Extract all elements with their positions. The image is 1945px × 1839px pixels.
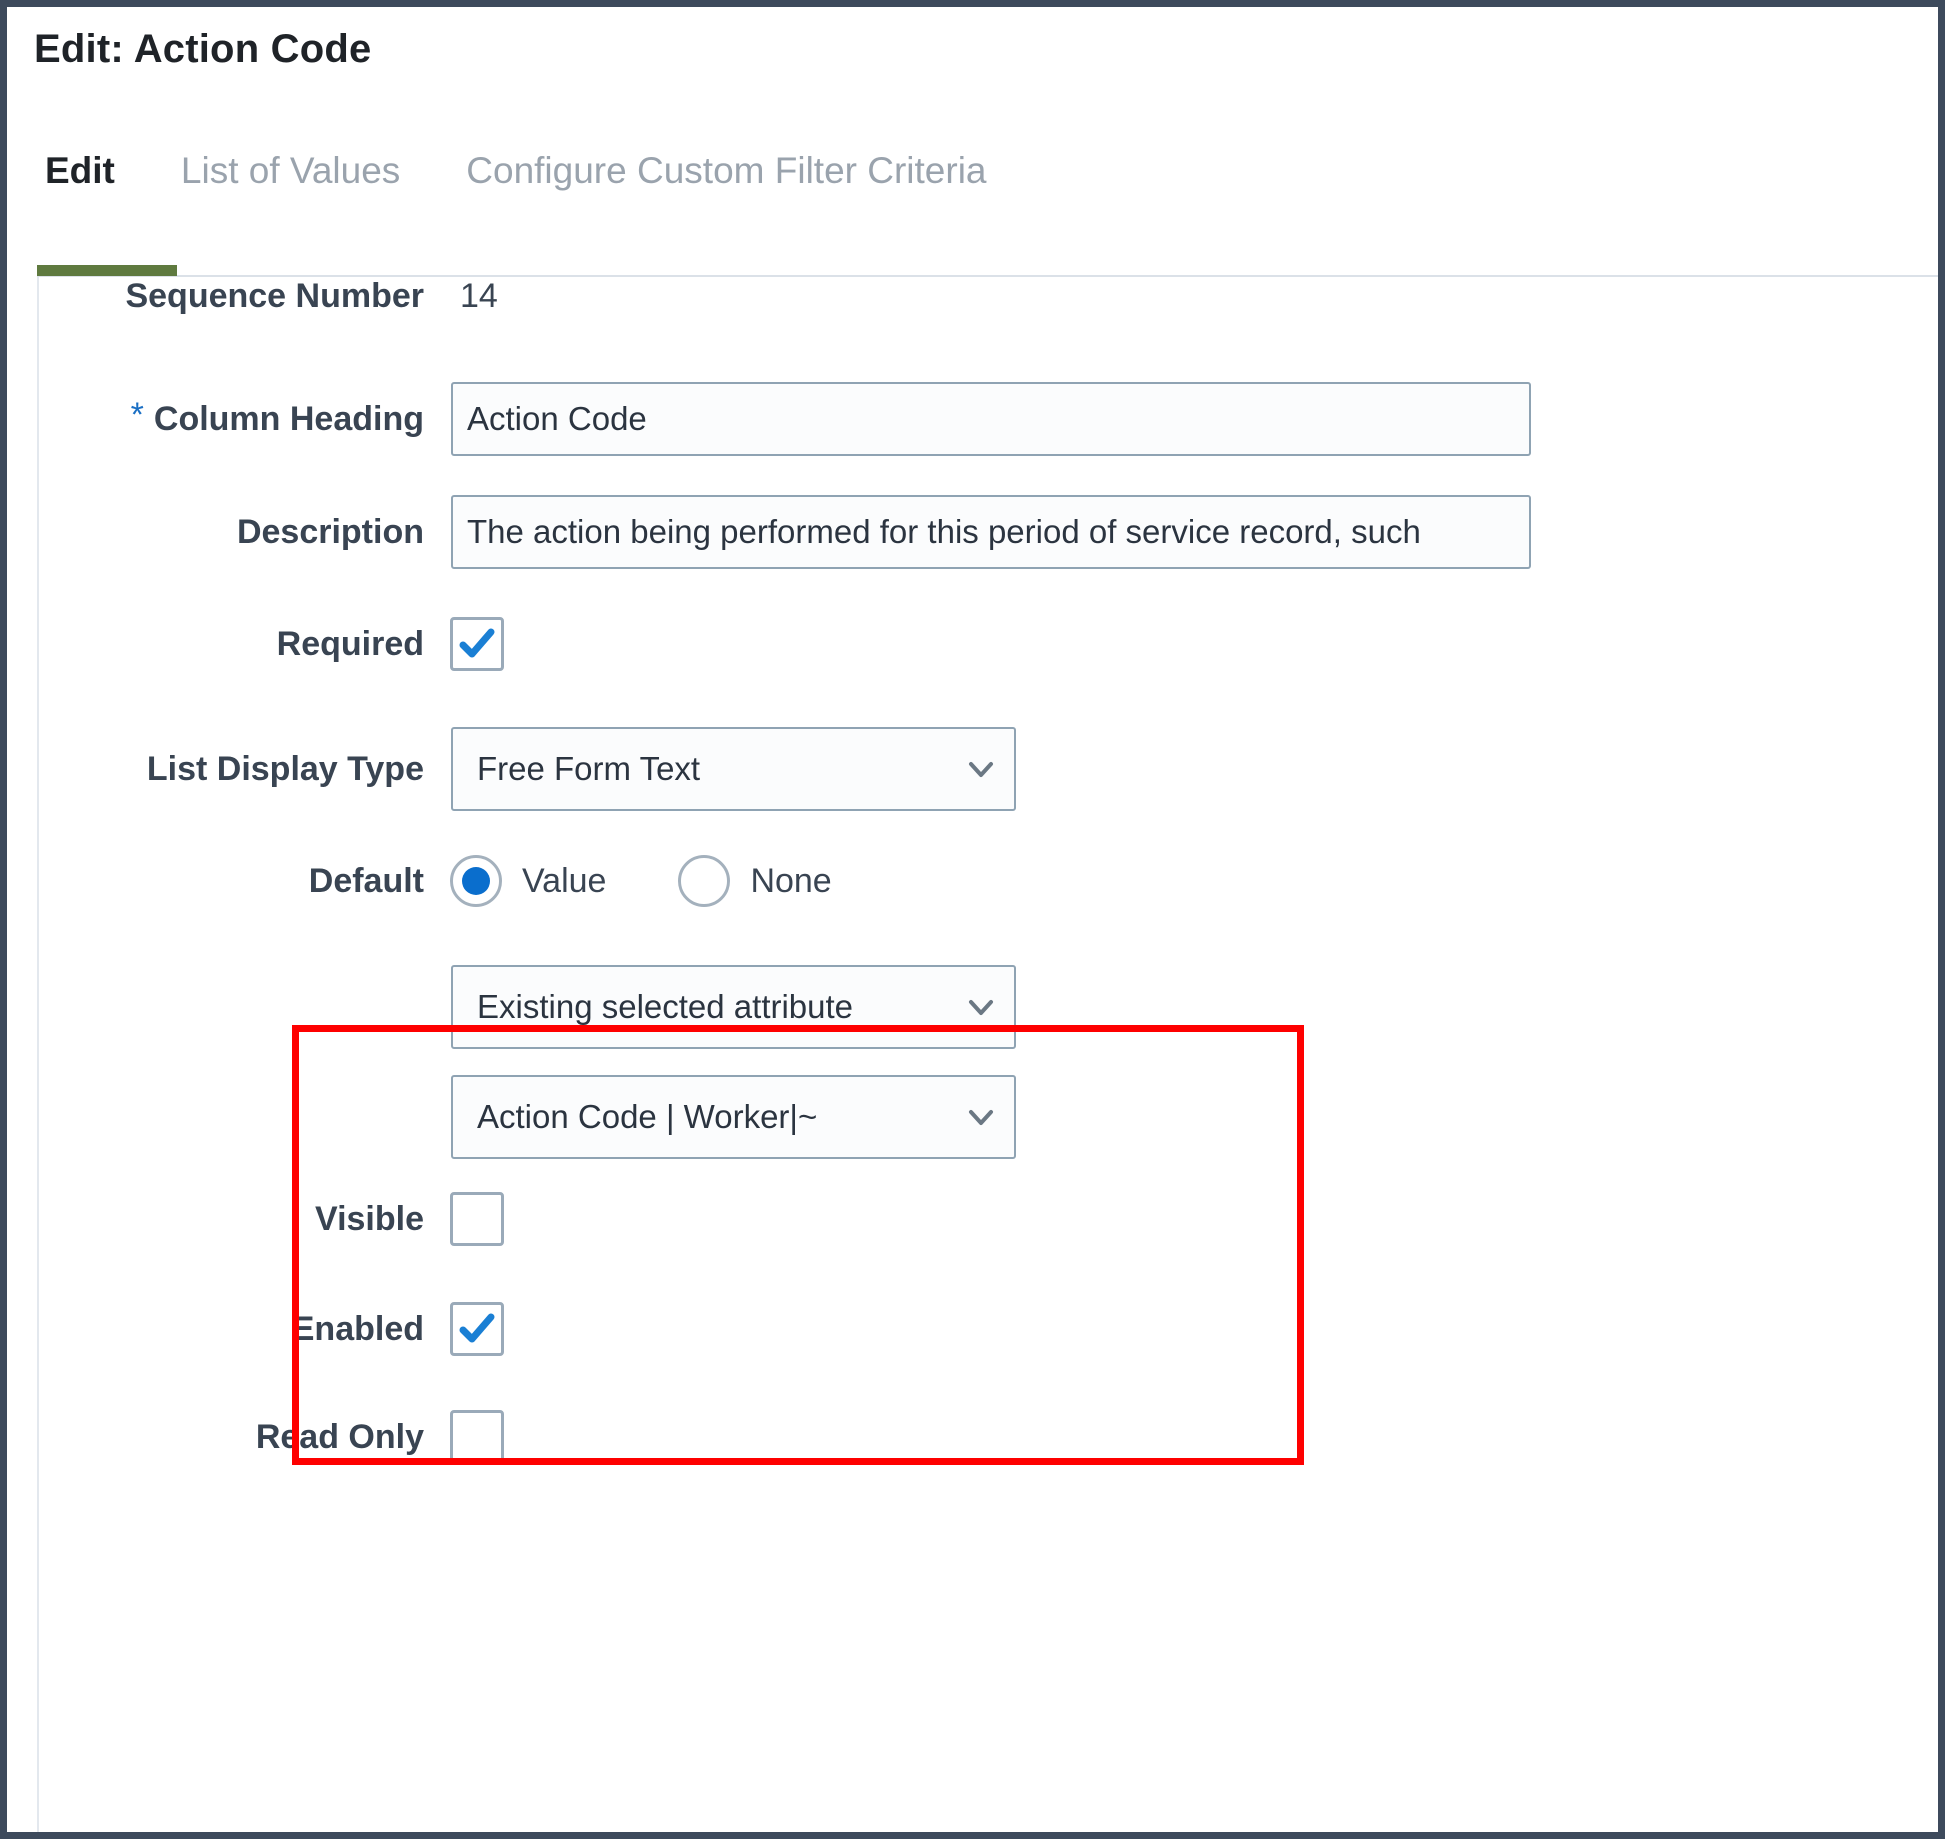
field-row-read-only: Read Only — [39, 1410, 504, 1464]
tab-configure-custom-filter-criteria[interactable]: Configure Custom Filter Criteria — [466, 147, 986, 195]
chevron-down-icon — [966, 1102, 993, 1128]
default-source-value: Existing selected attribute — [477, 988, 854, 1025]
field-row-default-source: Existing selected attribute — [39, 965, 1016, 1049]
required-label: Required — [276, 624, 424, 663]
column-heading-input[interactable]: Action Code — [451, 382, 1531, 456]
field-row-list-display-type: List Display Type Free Form Text — [39, 727, 1016, 811]
checkmark-icon — [459, 1313, 495, 1343]
field-row-sequence-number: Sequence Number 14 — [39, 277, 498, 316]
list-display-type-value: Free Form Text — [477, 750, 701, 787]
default-attribute-value: Action Code | Worker|~ — [477, 1098, 818, 1135]
description-label: Description — [236, 512, 424, 551]
field-row-column-heading: * Column Heading Action Code — [39, 382, 1531, 456]
default-radio-none-label: None — [750, 861, 832, 900]
required-asterisk-icon: * — [130, 396, 144, 434]
default-source-select[interactable]: Existing selected attribute — [451, 965, 1016, 1049]
default-radio-none[interactable] — [678, 855, 731, 907]
field-row-enabled: Enabled — [39, 1302, 504, 1356]
list-display-type-select[interactable]: Free Form Text — [451, 727, 1016, 811]
enabled-label: Enabled — [291, 1309, 424, 1348]
list-display-type-label: List Display Type — [146, 749, 424, 788]
description-input[interactable]: The action being performed for this peri… — [451, 495, 1531, 569]
read-only-label: Read Only — [255, 1417, 424, 1456]
field-row-required: Required — [39, 617, 504, 671]
default-radio-group: Value None — [450, 855, 832, 907]
visible-label: Visible — [315, 1199, 424, 1238]
field-row-visible: Visible — [39, 1192, 504, 1246]
checkmark-icon — [459, 628, 495, 658]
active-tab-indicator — [37, 265, 177, 276]
page-title: Edit: Action Code — [34, 27, 372, 71]
required-checkbox[interactable] — [450, 617, 504, 671]
default-radio-value-label: Value — [522, 861, 607, 900]
chevron-down-icon — [966, 754, 993, 780]
enabled-checkbox[interactable] — [450, 1302, 504, 1356]
field-row-description: Description The action being performed f… — [39, 495, 1531, 569]
read-only-checkbox[interactable] — [450, 1410, 504, 1464]
column-heading-label: Column Heading — [153, 399, 424, 438]
tab-edit[interactable]: Edit — [45, 147, 115, 195]
field-row-default-attribute: Action Code | Worker|~ — [39, 1075, 1016, 1159]
default-attribute-select[interactable]: Action Code | Worker|~ — [451, 1075, 1016, 1159]
default-label: Default — [308, 861, 424, 900]
chevron-down-icon — [966, 992, 993, 1018]
edit-action-code-window: Edit: Action Code Edit List of Values Co… — [0, 0, 1945, 1839]
edit-form-panel: Sequence Number 14 * Column Heading Acti… — [37, 277, 1938, 1832]
tab-bar: Edit List of Values Configure Custom Fil… — [7, 147, 1938, 277]
sequence-number-value: 14 — [460, 277, 498, 315]
tab-list-of-values[interactable]: List of Values — [181, 147, 400, 195]
visible-checkbox[interactable] — [450, 1192, 504, 1246]
field-row-default: Default Value None — [39, 855, 832, 907]
sequence-number-label: Sequence Number — [125, 277, 424, 315]
default-radio-value[interactable] — [450, 855, 502, 907]
